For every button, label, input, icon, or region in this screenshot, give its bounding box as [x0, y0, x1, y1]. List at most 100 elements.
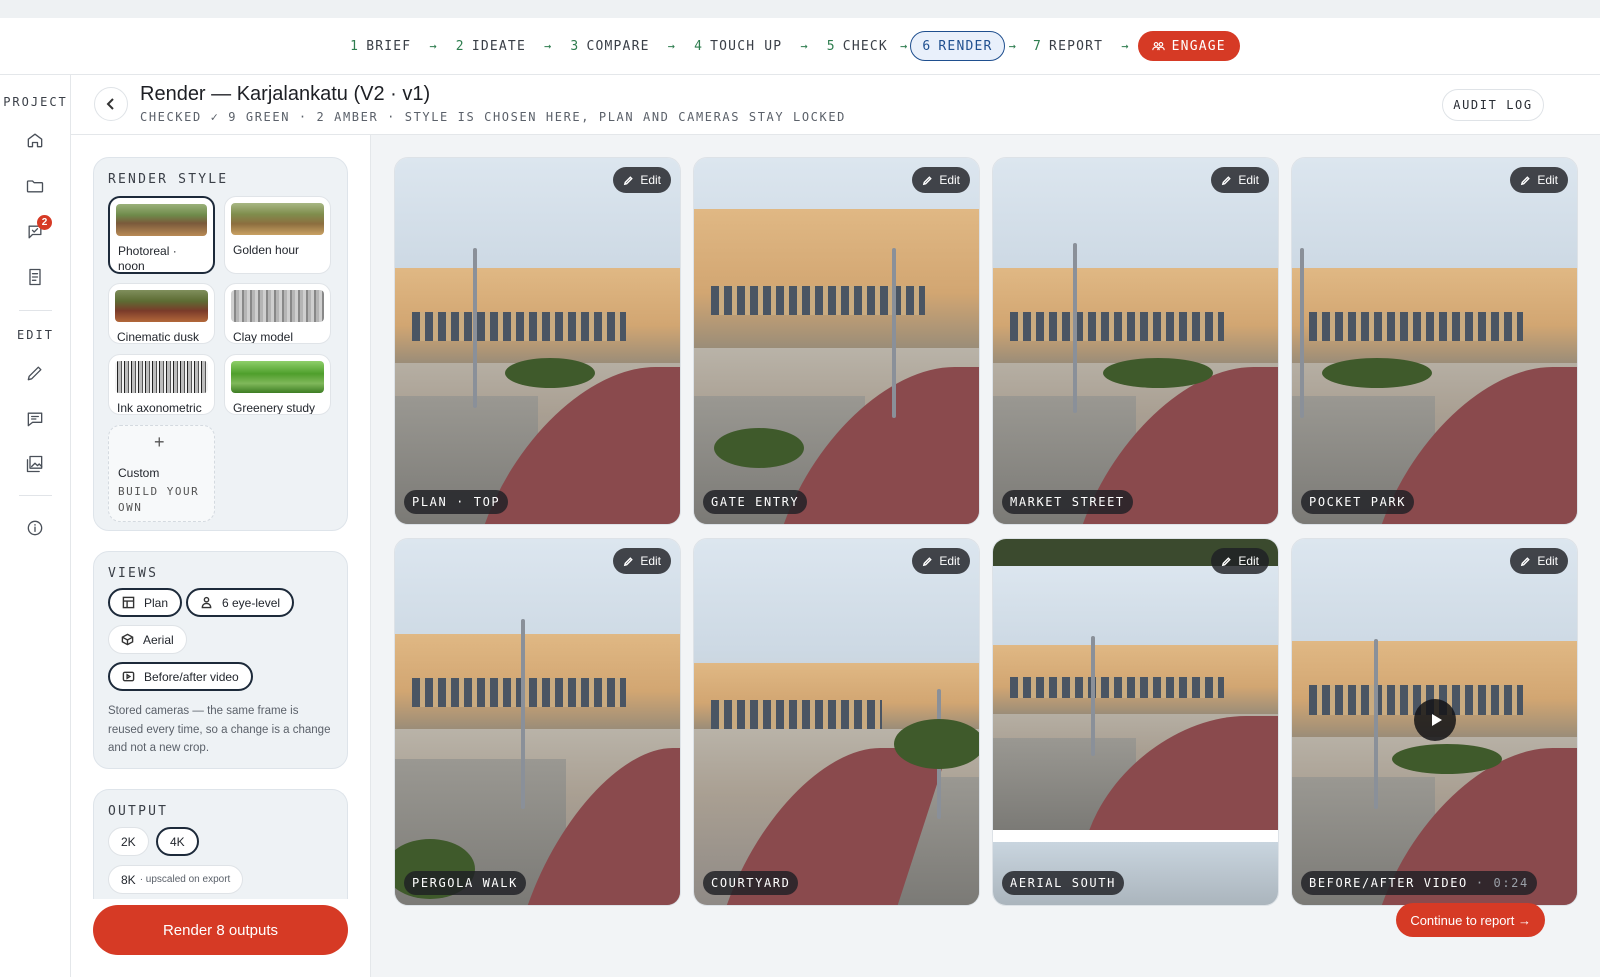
- step-number: 4: [694, 38, 704, 54]
- caption-text: POCKET PARK: [1309, 495, 1407, 509]
- view-video-toggle[interactable]: Before/after video: [108, 662, 253, 691]
- view-aerial-toggle[interactable]: Aerial: [108, 625, 187, 654]
- window-row: [412, 678, 626, 708]
- edit-button[interactable]: Edit: [1211, 167, 1269, 193]
- folder-icon[interactable]: [24, 175, 46, 197]
- window-row: [412, 311, 626, 341]
- render-tile[interactable]: Edit PERGOLA WALK: [394, 538, 681, 906]
- step-number: 3: [570, 38, 580, 54]
- pencil-icon: [1222, 556, 1232, 566]
- step-ideate[interactable]: 2 IDEATE: [446, 31, 536, 61]
- render-tile-video[interactable]: Edit BEFORE/AFTER VIDEO · 0:24: [1291, 538, 1578, 906]
- back-button[interactable]: [94, 87, 128, 121]
- workflow-steps: 1 BRIEF → 2 IDEATE → 3 COMPARE → 4 TOUCH UP …: [340, 31, 1240, 61]
- style-clay-model[interactable]: Clay model: [224, 283, 331, 344]
- view-plan-toggle[interactable]: Plan: [108, 588, 183, 617]
- caption-text: MARKET STREET: [1010, 495, 1125, 509]
- review-icon[interactable]: 2: [24, 215, 52, 243]
- play-icon[interactable]: [1414, 699, 1456, 741]
- tile-caption: AERIAL SOUTH: [1002, 871, 1124, 895]
- document-icon[interactable]: [24, 266, 46, 288]
- style-greenery-study[interactable]: Greenery study: [224, 354, 331, 415]
- render-tile[interactable]: Edit AERIAL SOUTH: [992, 538, 1279, 906]
- resolution-note: · upscaled on export: [139, 874, 231, 885]
- view-video-label: Before/after video: [144, 669, 239, 684]
- engage-button[interactable]: ENGAGE: [1137, 31, 1240, 61]
- render-tile[interactable]: Edit PLAN · TOP: [394, 157, 681, 525]
- window-row: [1309, 311, 1523, 341]
- pencil-icon: [624, 175, 634, 185]
- lamp-pole: [1073, 243, 1077, 413]
- view-plan-label: Plan: [144, 595, 169, 610]
- resolution-4k[interactable]: 4K: [156, 827, 199, 856]
- step-render[interactable]: 6 RENDER: [910, 31, 1005, 61]
- style-ink-axonometric[interactable]: Ink axonometric: [108, 354, 215, 415]
- edit-button[interactable]: Edit: [1510, 548, 1568, 574]
- home-icon[interactable]: [24, 129, 46, 151]
- render-tile[interactable]: Edit MARKET STREET: [992, 157, 1279, 525]
- video-icon: [122, 671, 135, 682]
- shrub: [1392, 744, 1502, 774]
- caption-text: GATE ENTRY: [711, 495, 800, 509]
- resolution-2k[interactable]: 2K: [108, 827, 149, 856]
- edit-button[interactable]: Edit: [613, 167, 671, 193]
- style-cinematic-dusk[interactable]: Cinematic dusk: [108, 283, 215, 344]
- render-button[interactable]: Render 8 outputs: [93, 905, 348, 955]
- rail-section-edit: EDIT: [17, 328, 54, 342]
- render-style-card: RENDER STYLE Photoreal · noon Golden hou…: [93, 157, 348, 531]
- edit-button[interactable]: Edit: [912, 167, 970, 193]
- step-label: TOUCH UP: [710, 38, 783, 54]
- step-arrow: →: [1121, 39, 1130, 53]
- caption-text: PERGOLA WALK: [412, 876, 518, 890]
- resolution-label: 4K: [170, 834, 185, 849]
- audit-log-button[interactable]: AUDIT LOG: [1442, 89, 1544, 121]
- render-style-title: RENDER STYLE: [108, 172, 229, 187]
- edit-button[interactable]: Edit: [912, 548, 970, 574]
- style-photoreal-noon[interactable]: Photoreal · noon: [108, 196, 215, 274]
- step-report[interactable]: 7 REPORT: [1023, 31, 1113, 61]
- window-row: [711, 700, 883, 730]
- style-golden-hour[interactable]: Golden hour: [224, 196, 331, 274]
- resolution-8k[interactable]: 8K · upscaled on export: [108, 865, 244, 894]
- style-thumbnail: [231, 361, 324, 393]
- comment-icon[interactable]: [24, 408, 46, 430]
- continue-to-report-button[interactable]: Continue to report →: [1396, 903, 1545, 937]
- resolution-label: 8K: [121, 872, 136, 887]
- caption-text: COURTYARD: [711, 876, 791, 890]
- style-label: Photoreal · noon: [118, 244, 177, 273]
- step-label: RENDER: [938, 38, 993, 54]
- edit-button[interactable]: Edit: [1510, 167, 1568, 193]
- style-label: Ink axonometric: [117, 401, 202, 415]
- lamp-pole: [521, 619, 525, 809]
- step-check[interactable]: 5 CHECK: [817, 31, 898, 61]
- edit-label: Edit: [1238, 173, 1259, 187]
- gallery-icon[interactable]: [24, 453, 46, 475]
- render-tile[interactable]: Edit COURTYARD: [693, 538, 980, 906]
- top-strip: [0, 0, 1600, 18]
- info-icon[interactable]: [24, 517, 46, 539]
- render-tile[interactable]: Edit POCKET PARK: [1291, 157, 1578, 525]
- edit-button[interactable]: Edit: [613, 548, 671, 574]
- step-touch-up[interactable]: 4 TOUCH UP: [684, 31, 792, 61]
- style-label: Clay model: [233, 330, 294, 344]
- video-duration: · 0:24: [1475, 876, 1529, 890]
- style-thumbnail: [231, 203, 324, 235]
- step-number: 5: [826, 38, 836, 54]
- step-brief[interactable]: 1 BRIEF: [340, 31, 421, 61]
- style-custom[interactable]: + Custom BUILD YOUR OWN: [108, 425, 215, 522]
- tile-caption: PLAN · TOP: [404, 490, 509, 514]
- step-compare[interactable]: 3 COMPARE: [560, 31, 659, 61]
- step-arrow: →: [667, 39, 677, 53]
- view-eye-level-label: 6 eye-level: [222, 595, 281, 610]
- left-rail: PROJECT 2 EDIT: [0, 75, 71, 977]
- edit-button[interactable]: Edit: [1211, 548, 1269, 574]
- step-number: 7: [1033, 38, 1043, 54]
- pencil-icon[interactable]: [24, 362, 46, 384]
- edit-label: Edit: [640, 173, 661, 187]
- grid-icon: [122, 596, 135, 609]
- render-tile[interactable]: Edit GATE ENTRY: [693, 157, 980, 525]
- view-eye-level-toggle[interactable]: 6 eye-level: [186, 588, 295, 617]
- edit-label: Edit: [939, 554, 960, 568]
- tile-caption: COURTYARD: [703, 871, 799, 895]
- rail-divider: [19, 310, 52, 311]
